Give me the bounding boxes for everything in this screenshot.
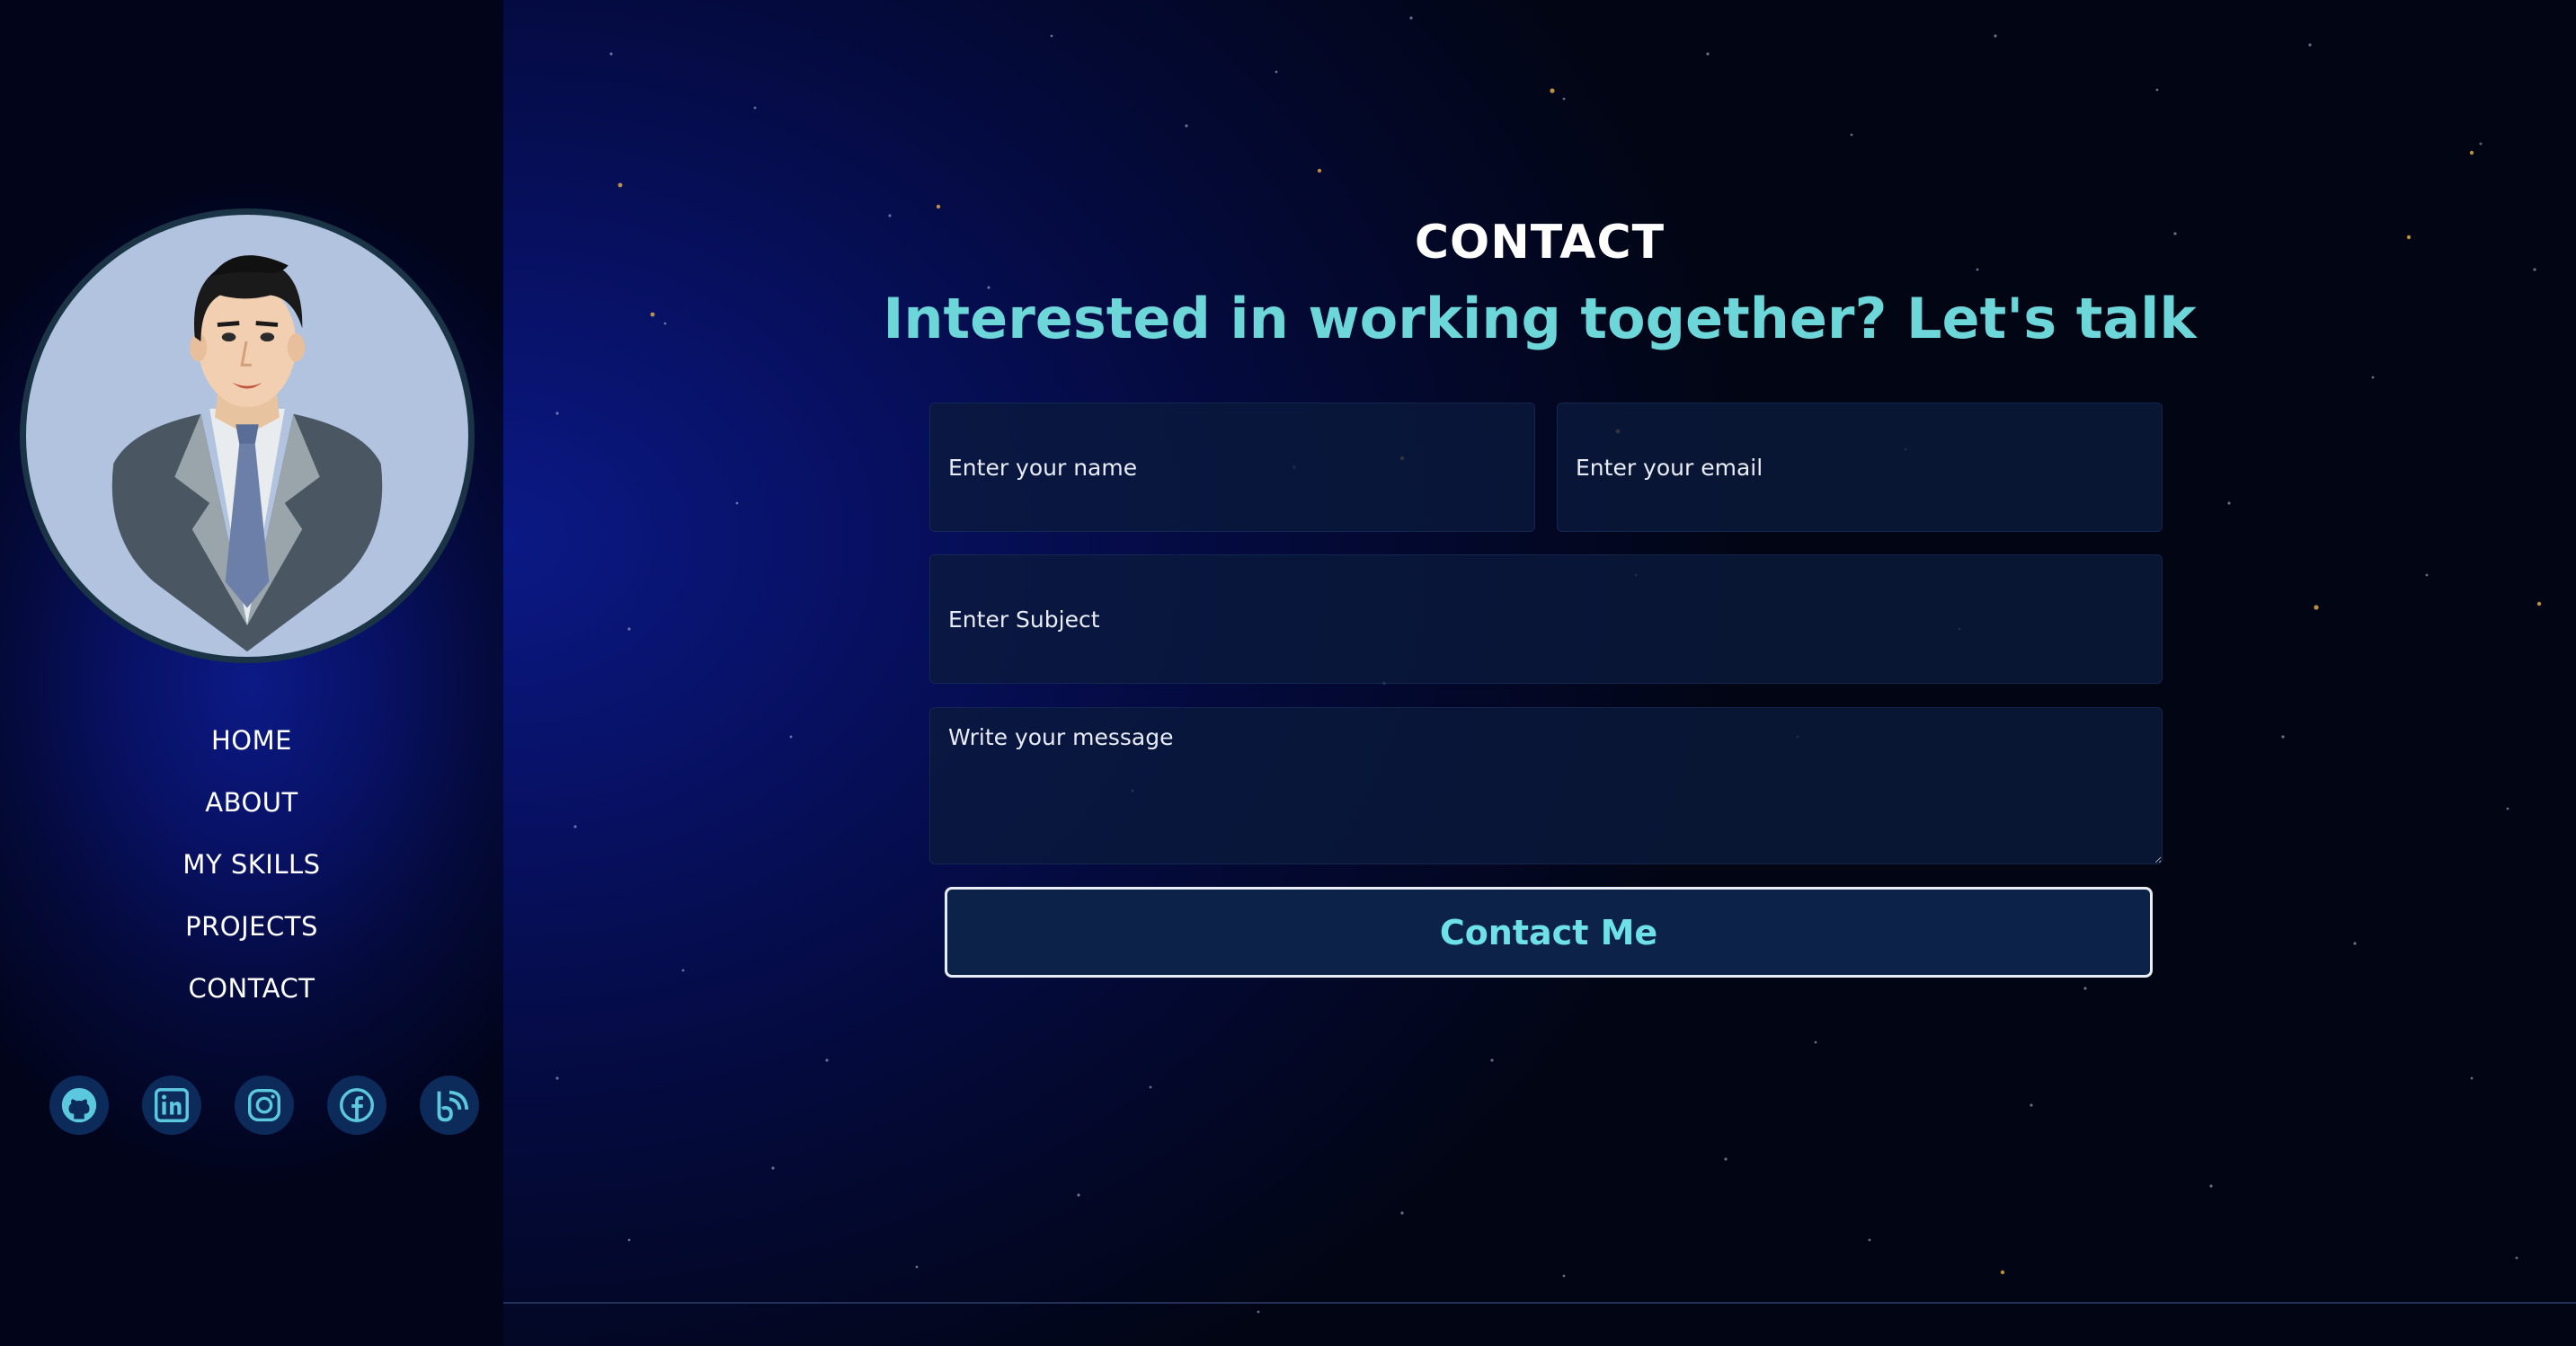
name-input[interactable] bbox=[929, 403, 1535, 532]
footer-divider bbox=[503, 1302, 2576, 1304]
linkedin-icon bbox=[155, 1088, 189, 1122]
avatar-illustration bbox=[111, 255, 383, 652]
nav-item-contact[interactable]: CONTACT bbox=[0, 958, 503, 1020]
avatar bbox=[20, 208, 475, 663]
blog-link[interactable] bbox=[420, 1076, 479, 1135]
section-title: CONTACT bbox=[1414, 216, 1666, 270]
nav-item-projects[interactable]: PROJECTS bbox=[0, 896, 503, 958]
nav-item-my-skills[interactable]: MY SKILLS bbox=[0, 834, 503, 896]
email-input[interactable] bbox=[1557, 403, 2163, 532]
facebook-link[interactable] bbox=[327, 1076, 386, 1135]
linkedin-link[interactable] bbox=[142, 1076, 201, 1135]
nav-item-home[interactable]: HOME bbox=[0, 710, 503, 772]
nav-item-about[interactable]: ABOUT bbox=[0, 772, 503, 834]
message-textarea[interactable] bbox=[929, 707, 2163, 864]
social-links bbox=[49, 1076, 481, 1135]
subject-input[interactable] bbox=[929, 554, 2163, 684]
github-link[interactable] bbox=[49, 1076, 109, 1135]
blog-icon bbox=[437, 1090, 469, 1122]
github-icon bbox=[61, 1087, 97, 1123]
sidebar: HOME ABOUT MY SKILLS PROJECTS CONTACT bbox=[0, 0, 503, 1346]
instagram-icon bbox=[247, 1088, 281, 1122]
main-nav: HOME ABOUT MY SKILLS PROJECTS CONTACT bbox=[0, 710, 503, 1020]
contact-me-button[interactable]: Contact Me bbox=[945, 887, 2153, 978]
contact-section: CONTACT Interested in working together? … bbox=[503, 0, 2576, 1346]
contact-headline: Interested in working together? Let's ta… bbox=[883, 286, 2197, 351]
instagram-link[interactable] bbox=[235, 1076, 294, 1135]
facebook-icon bbox=[340, 1088, 374, 1122]
